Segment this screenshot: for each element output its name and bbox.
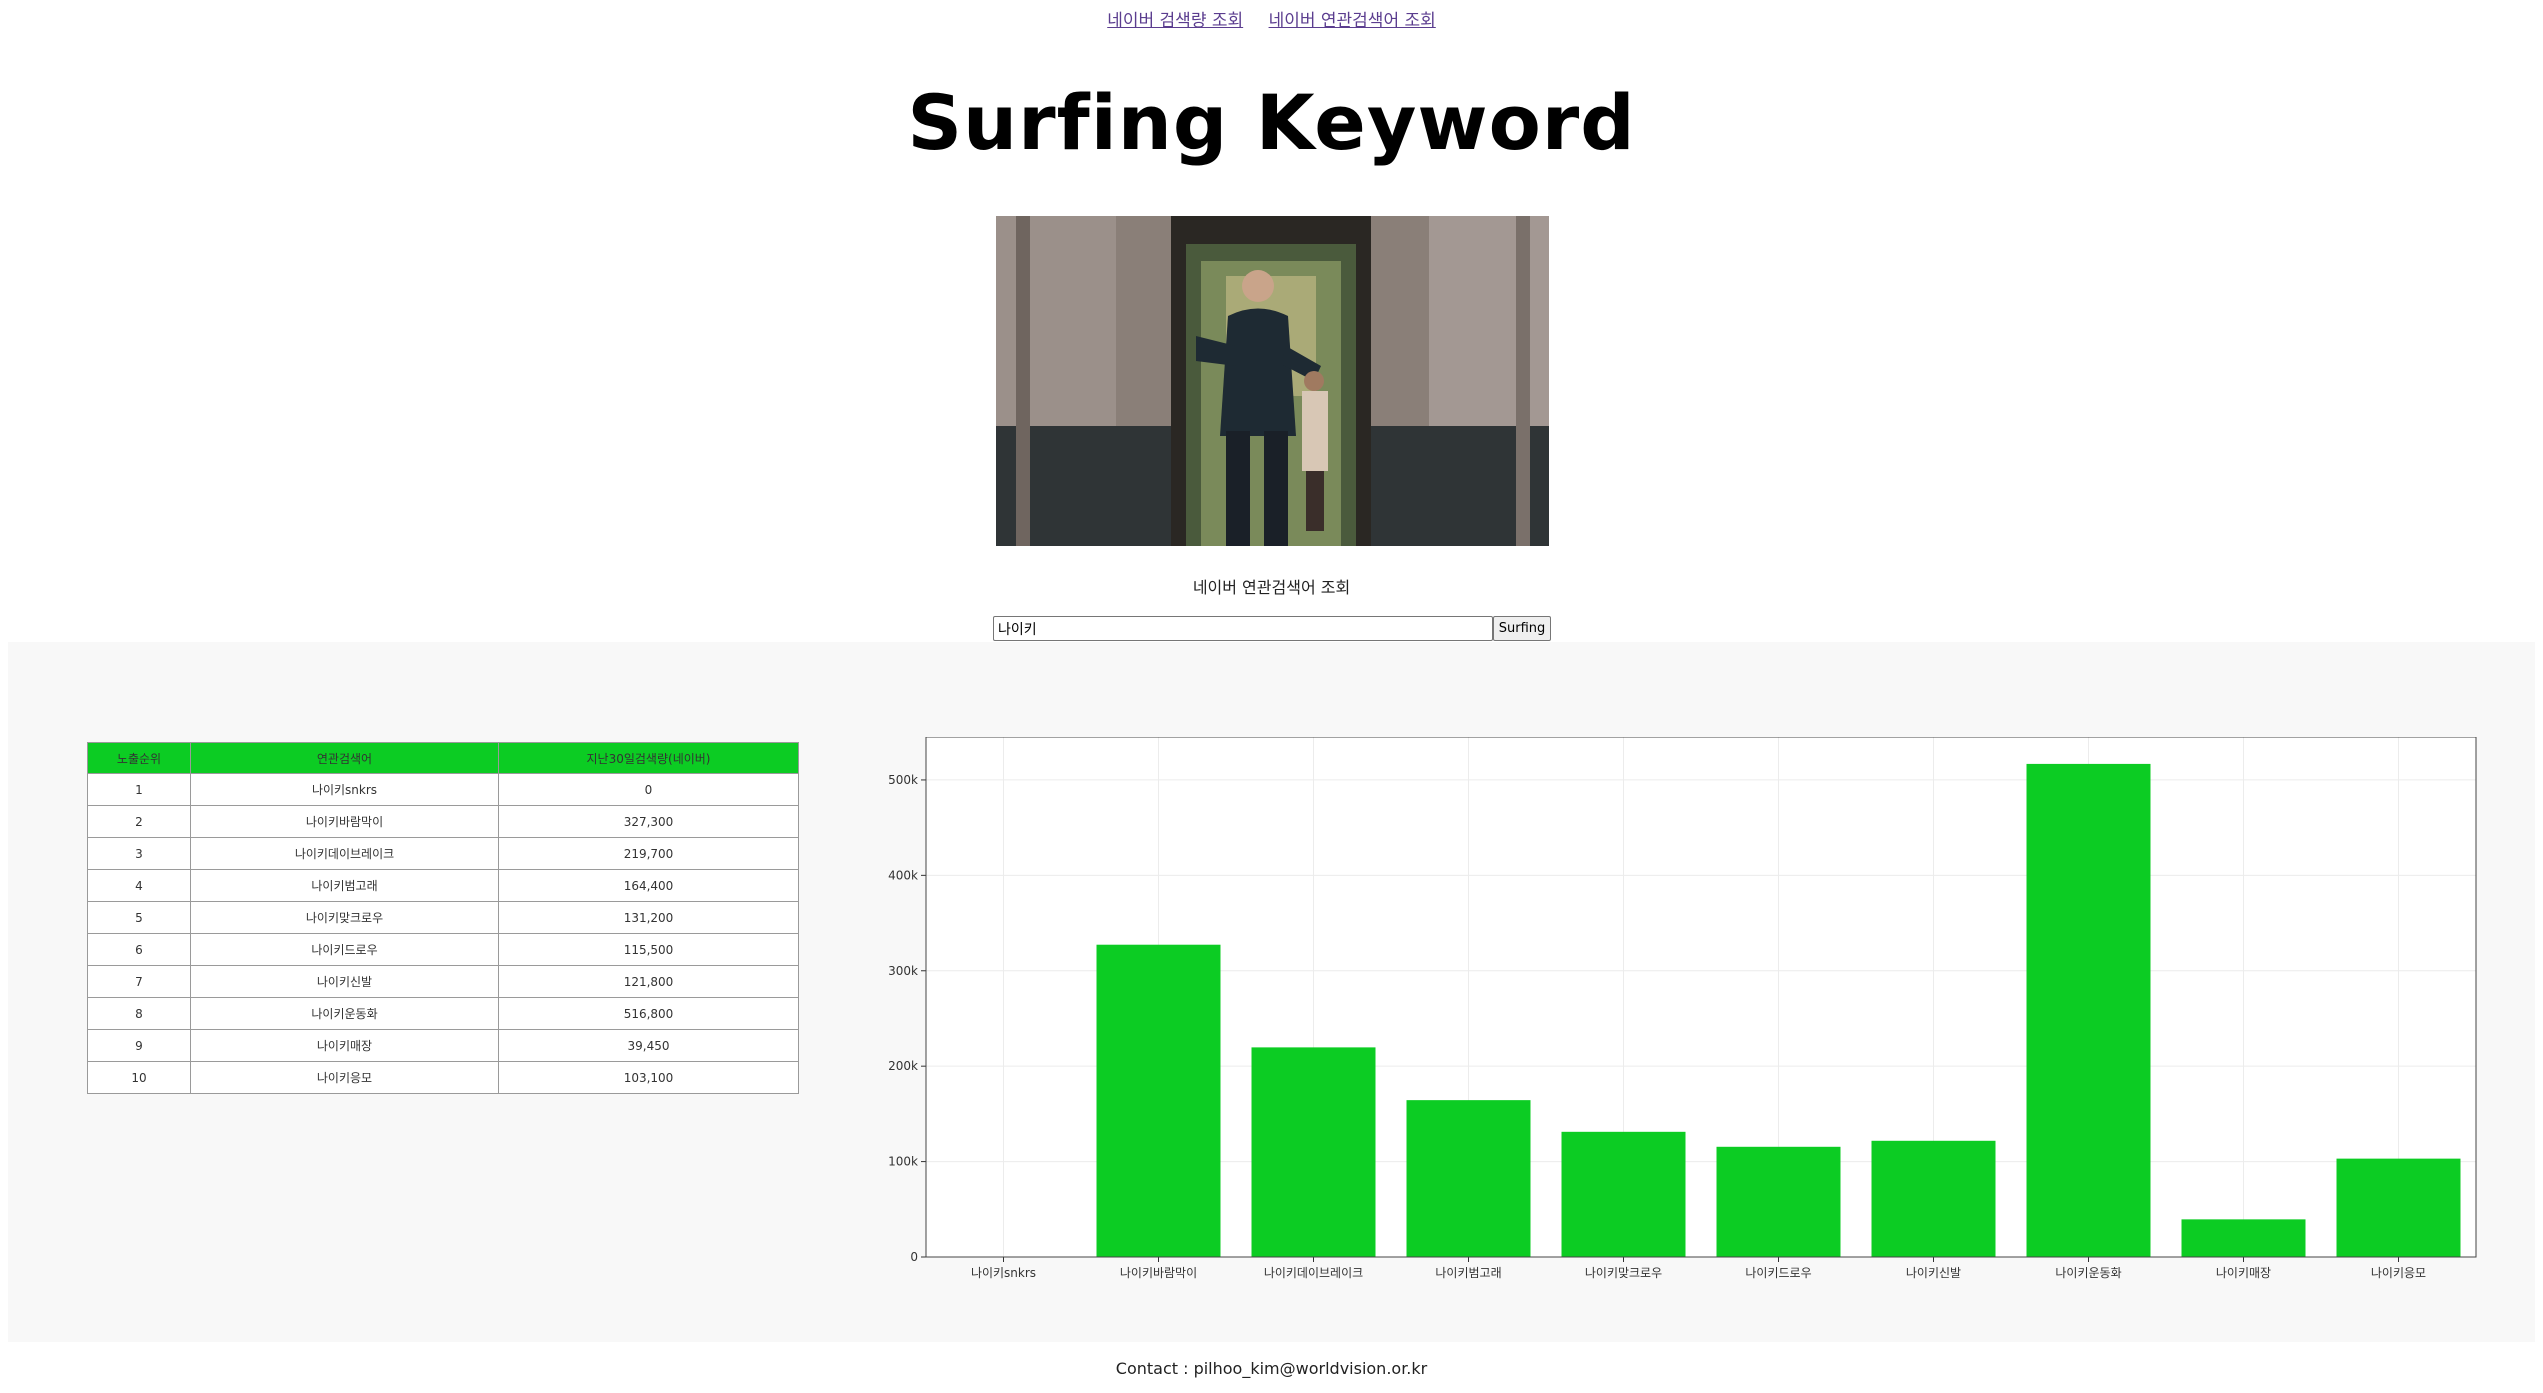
cell-keyword: 나이키응모 <box>190 1061 499 1094</box>
x-tick-label: 나이키운동화 <box>2055 1266 2121 1280</box>
search-volume-chart: 0 100k 200k 300k 400k 500k 나이키snkrs 나이키바람막이 나이키데… <box>868 736 2488 1341</box>
surfing-button[interactable]: Surfing <box>1493 616 1551 641</box>
cell-volume: 516,800 <box>498 997 799 1030</box>
bar <box>2336 1158 2461 1257</box>
table-row: 7 나이키신발 121,800 <box>87 965 799 998</box>
cell-rank: 2 <box>87 805 191 838</box>
table-row: 6 나이키드로우 115,500 <box>87 933 799 966</box>
page-title: Surfing Keyword <box>907 78 1636 167</box>
nav-link-search-volume[interactable]: 네이버 검색량 조회 <box>1107 11 1243 31</box>
cell-rank: 6 <box>87 933 191 966</box>
x-tick-label: 나이키드로우 <box>1745 1266 1811 1280</box>
cell-volume: 131,200 <box>498 901 799 934</box>
cell-volume: 164,400 <box>498 869 799 902</box>
cell-keyword: 나이키매장 <box>190 1029 499 1062</box>
keyword-search-input[interactable] <box>993 616 1493 641</box>
y-tick-label: 0 <box>910 1250 918 1264</box>
bar-chart-svg: 0 100k 200k 300k 400k 500k 나이키snkrs 나이키바람막이 나이키데… <box>888 736 2477 1280</box>
y-tick-label: 300k <box>888 964 918 978</box>
cell-keyword: 나이키운동화 <box>190 997 499 1030</box>
cell-rank: 8 <box>87 997 191 1030</box>
bar <box>1096 944 1221 1257</box>
y-tick-label: 200k <box>888 1059 918 1073</box>
cell-keyword: 나이키snkrs <box>190 773 499 806</box>
table-row: 2 나이키바람막이 327,300 <box>87 805 799 838</box>
bar <box>1251 1047 1376 1257</box>
cell-rank: 4 <box>87 869 191 902</box>
x-tick-label: 나이키데이브레이크 <box>1264 1266 1363 1280</box>
bar <box>1406 1100 1531 1257</box>
table-row: 8 나이키운동화 516,800 <box>87 997 799 1030</box>
cell-keyword: 나이키범고래 <box>190 869 499 902</box>
cell-volume: 0 <box>498 773 799 806</box>
cell-keyword: 나이키드로우 <box>190 933 499 966</box>
x-tick-label: 나이키snkrs <box>971 1266 1036 1280</box>
table-row: 3 나이키데이브레이크 219,700 <box>87 837 799 870</box>
column-header-volume: 지난30일검색량(네이버) <box>498 742 799 774</box>
bar <box>1871 1140 1996 1257</box>
bar <box>2026 763 2151 1257</box>
search-bar: Surfing <box>993 616 1551 641</box>
y-tick-label: 500k <box>888 773 918 787</box>
x-tick-label: 나이키신발 <box>1906 1266 1961 1280</box>
table-header-row: 노출순위 연관검색어 지난30일검색량(네이버) <box>87 742 799 774</box>
cell-volume: 103,100 <box>498 1061 799 1094</box>
cell-volume: 121,800 <box>498 965 799 998</box>
cell-rank: 10 <box>87 1061 191 1094</box>
cell-keyword: 나이키데이브레이크 <box>190 837 499 870</box>
cell-rank: 3 <box>87 837 191 870</box>
y-tick-label: 100k <box>888 1155 918 1169</box>
x-tick-label: 나이키응모 <box>2371 1266 2426 1280</box>
cell-rank: 5 <box>87 901 191 934</box>
table-row: 9 나이키매장 39,450 <box>87 1029 799 1062</box>
keyword-table: 노출순위 연관검색어 지난30일검색량(네이버) 1 나이키snkrs 0 2 나이키… <box>87 742 799 1094</box>
cell-keyword: 나이키바람막이 <box>190 805 499 838</box>
cell-rank: 7 <box>87 965 191 998</box>
table-row: 1 나이키snkrs 0 <box>87 773 799 806</box>
table-row: 4 나이키범고래 164,400 <box>87 869 799 902</box>
bar <box>1561 1131 1686 1257</box>
top-nav: 네이버 검색량 조회 네이버 연관검색어 조회 <box>0 6 2543 31</box>
x-tick-label: 나이키맞크로우 <box>1585 1266 1662 1280</box>
footer-contact: Contact : pilhoo_kim@worldvision.or.kr <box>1115 1359 1428 1378</box>
bar <box>1716 1146 1841 1257</box>
nav-link-related-keywords[interactable]: 네이버 연관검색어 조회 <box>1269 11 1436 31</box>
column-header-rank: 노출순위 <box>87 742 191 774</box>
table-row: 10 나이키응모 103,100 <box>87 1061 799 1094</box>
cell-keyword: 나이키신발 <box>190 965 499 998</box>
x-tick-label: 나이키범고래 <box>1435 1266 1501 1280</box>
cell-keyword: 나이키맞크로우 <box>190 901 499 934</box>
x-tick-label: 나이키바람막이 <box>1120 1266 1197 1280</box>
bar <box>2181 1219 2306 1257</box>
results-panel: 노출순위 연관검색어 지난30일검색량(네이버) 1 나이키snkrs 0 2 나이키… <box>8 642 2535 1342</box>
column-header-keyword: 연관검색어 <box>190 742 499 774</box>
cell-volume: 219,700 <box>498 837 799 870</box>
cell-rank: 1 <box>87 773 191 806</box>
y-tick-label: 400k <box>888 868 918 882</box>
cell-volume: 327,300 <box>498 805 799 838</box>
cell-volume: 115,500 <box>498 933 799 966</box>
cell-rank: 9 <box>87 1029 191 1062</box>
table-row: 5 나이키맞크로우 131,200 <box>87 901 799 934</box>
cell-volume: 39,450 <box>498 1029 799 1062</box>
section-subheading: 네이버 연관검색어 조회 <box>1192 578 1351 597</box>
x-tick-label: 나이키매장 <box>2216 1266 2271 1280</box>
hero-image <box>996 216 1549 546</box>
